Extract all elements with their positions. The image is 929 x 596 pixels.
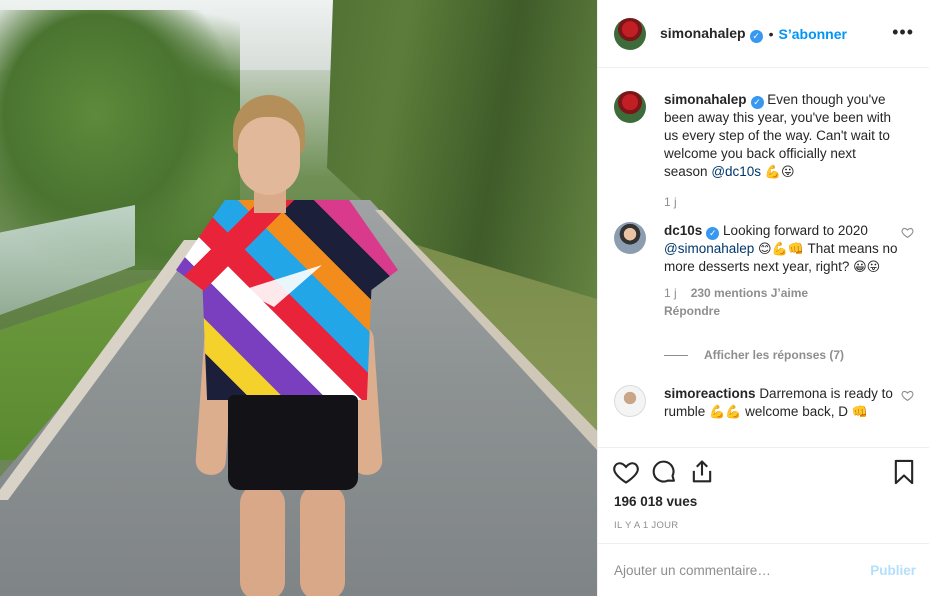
divider-line [664,354,688,356]
post-side-panel: simonahalep ✓ • S’abonner ••• simonahalep… [597,0,929,596]
comment-row: simoreactions Darremona is ready to rumb… [614,385,914,421]
heart-outline-icon[interactable] [901,389,914,402]
reply-button[interactable]: Répondre [664,302,902,320]
comment-age[interactable]: 1 j [664,286,677,300]
caption-comment: simonahalep ✓ Even though you've been awa… [614,91,914,211]
emoji-group: 😀😛 [853,259,881,274]
leg-right [300,485,345,596]
username-text[interactable]: simonahalep [660,25,746,41]
heart-icon[interactable] [612,458,640,486]
instagram-post: simonahalep ✓ • S’abonner ••• simonahalep… [0,0,929,596]
bookmark-icon[interactable] [890,458,918,486]
post-timestamp[interactable]: IL Y A 1 JOUR [614,520,678,531]
separator-dot: • [768,25,774,42]
comments-list[interactable]: simonahalep ✓ Even though you've been awa… [598,69,929,447]
comment-meta: 1 j 230 mentions J’aime [664,284,902,302]
action-icons [612,458,916,488]
comment-age[interactable]: 1 j [664,195,677,209]
emoji-group: 💪😛 [764,164,795,179]
heart-outline-icon[interactable] [901,226,914,239]
avatar[interactable] [614,222,646,254]
post-actions: 196 018 vues IL Y A 1 JOUR [598,447,929,543]
comment-body: simoreactions Darremona is ready to rumb… [664,385,902,421]
username[interactable]: simonahalep ✓ [660,25,763,43]
add-comment-form: Publier [598,543,929,596]
black-shorts [228,395,358,490]
comment-username[interactable]: simonahalep [664,92,747,107]
avatar[interactable] [614,385,646,417]
avatar[interactable] [614,91,646,123]
post-video[interactable] [0,0,597,596]
comment-input[interactable] [614,562,854,578]
person-figure [170,95,405,596]
comment-text: Looking forward to 2020 [723,223,868,238]
avatar[interactable] [614,17,646,50]
share-icon[interactable] [688,458,716,486]
view-count[interactable]: 196 018 vues [614,494,697,509]
view-replies-button[interactable]: Afficher les réponses (7) [664,348,844,362]
colorful-shirt [176,200,398,400]
emoji-group: 💪💪 [709,404,742,419]
comment-mention[interactable]: @dc10s [711,164,761,179]
emoji-group: 👊 [851,404,868,419]
more-options-icon[interactable]: ••• [892,22,914,43]
view-replies-label[interactable]: Afficher les réponses (7) [704,348,844,362]
verified-badge-icon: ✓ [749,29,763,43]
face [238,117,300,195]
verified-badge-icon: ✓ [706,227,720,240]
comment-body: simonahalep ✓ Even though you've been awa… [664,91,902,211]
comment-username[interactable]: simoreactions [664,386,756,401]
leg-left [240,485,285,596]
emoji-group: 😊💪👊 [758,241,804,256]
comment-username[interactable]: dc10s [664,223,702,238]
verified-badge-icon: ✓ [750,96,764,109]
publish-button[interactable]: Publier [870,563,916,578]
comment-row: dc10s ✓ Looking forward to 2020 @simonaha… [614,222,914,320]
follow-button[interactable]: S’abonner [779,26,847,42]
comment-meta: 1 j [664,193,902,211]
comment-body: dc10s ✓ Looking forward to 2020 @simonaha… [664,222,902,320]
post-header: simonahalep ✓ • S’abonner ••• [598,0,929,68]
comment-likes[interactable]: 230 mentions J’aime [691,286,808,300]
comment-mention[interactable]: @simonahalep [664,241,754,256]
comment-text-continued: welcome back, D [745,404,848,419]
comment-icon[interactable] [650,458,678,486]
